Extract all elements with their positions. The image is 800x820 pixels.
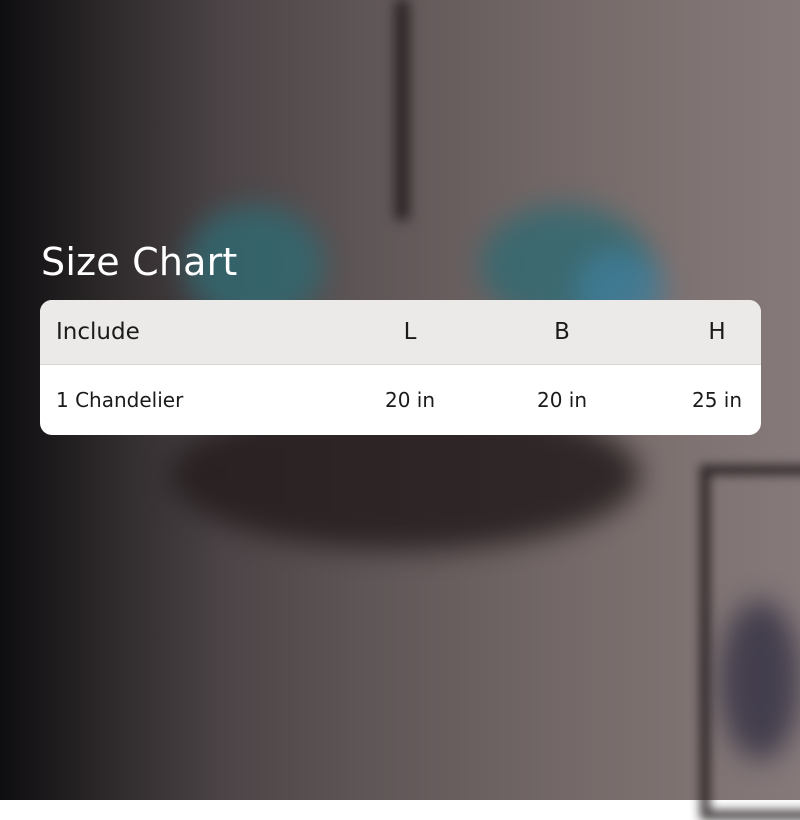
chandelier-rod: [395, 0, 409, 220]
header-length: L: [403, 319, 417, 345]
cell-breadth: 20 in: [536, 388, 588, 412]
header-height: H: [708, 319, 726, 345]
cell-length: 20 in: [384, 388, 436, 412]
table-row: 1 Chandelier 20 in 20 in 25 in: [40, 365, 761, 435]
size-chart-title: Size Chart: [41, 240, 238, 284]
size-chart-table: Include L B H 1 Chandelier 20 in 20 in 2…: [40, 300, 761, 435]
header-include: Include: [56, 319, 140, 345]
cell-item: 1 Chandelier: [56, 388, 184, 412]
header-breadth: B: [554, 319, 570, 345]
background-object: [720, 600, 800, 760]
table-header-row: Include L B H: [40, 300, 761, 365]
cell-height: 25 in: [691, 388, 743, 412]
